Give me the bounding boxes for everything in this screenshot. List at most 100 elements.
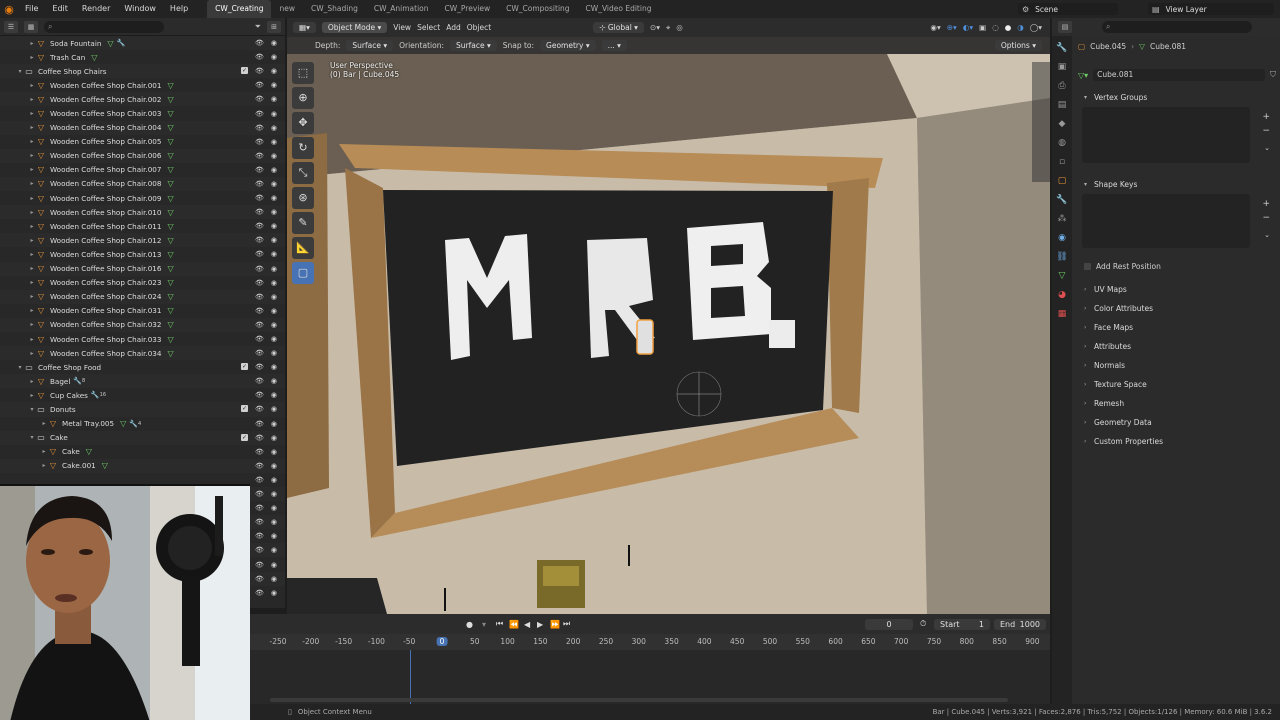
next-keyframe-icon[interactable]: ⏩ [550, 620, 560, 629]
expand-arrow-icon[interactable]: ▸ [28, 166, 36, 173]
render-camera-icon[interactable]: ◉ [271, 236, 277, 244]
visibility-eye-icon[interactable]: 👁 [255, 518, 264, 526]
properties-section-header[interactable]: › Custom Properties [1078, 432, 1278, 451]
object-tab-icon[interactable]: ▢ [1055, 174, 1069, 188]
annotate-tool-icon[interactable]: ✎ [292, 212, 314, 234]
shape-key-specials-icon[interactable]: ⌄ [1264, 231, 1270, 239]
render-camera-icon[interactable]: ◉ [271, 518, 277, 526]
render-camera-icon[interactable]: ◉ [271, 349, 277, 357]
mesh-data-icon[interactable]: ▽ [167, 109, 173, 118]
outliner-object-row[interactable]: ▸ ▽ Wooden Coffee Shop Chair.001 ▽ 👁 ◉ [0, 78, 285, 92]
expand-arrow-icon[interactable]: ▸ [28, 265, 36, 272]
mesh-data-icon[interactable]: ▽ [167, 81, 173, 90]
scene-tab-icon[interactable]: ◆ [1055, 117, 1069, 131]
blender-logo-icon[interactable]: ◉ [0, 0, 18, 18]
visibility-eye-icon[interactable]: 👁 [255, 575, 264, 583]
render-camera-icon[interactable]: ◉ [271, 180, 277, 188]
overlays-toggle-icon[interactable]: ◐▾ [963, 23, 973, 32]
render-camera-icon[interactable]: ◉ [271, 420, 277, 428]
rotate-tool-icon[interactable]: ↻ [292, 137, 314, 159]
modifier-icon[interactable]: 🔧 [129, 420, 138, 428]
mesh-data-icon[interactable]: ▽ [167, 123, 173, 132]
visibility-eye-icon[interactable]: 👁 [255, 152, 264, 160]
visibility-eye-icon[interactable]: 👁 [255, 180, 264, 188]
properties-section-header[interactable]: › Color Attributes [1078, 299, 1278, 318]
jump-start-icon[interactable]: ⏮ [496, 619, 503, 629]
add-vertex-group-icon[interactable]: + [1262, 112, 1270, 122]
outliner-collection-row[interactable]: ▾ ▭ Coffee Shop Chairs ✓ 👁 ◉ [0, 64, 285, 79]
select-menu[interactable]: Select [417, 23, 440, 32]
visibility-eye-icon[interactable]: 👁 [255, 208, 264, 216]
proportional-edit-icon[interactable]: ◎ [676, 23, 683, 32]
visibility-eye-icon[interactable]: 👁 [255, 236, 264, 244]
render-camera-icon[interactable]: ◉ [271, 138, 277, 146]
mesh-data-icon[interactable]: ▽ [167, 222, 173, 231]
exclude-checkbox[interactable]: ✓ [241, 405, 248, 413]
properties-section-header[interactable]: › Normals [1078, 356, 1278, 375]
visibility-eye-icon[interactable]: 👁 [255, 265, 264, 273]
object-data-tab-icon[interactable]: ▽ [1055, 269, 1069, 283]
outliner-object-row[interactable]: ▸ ▽ Wooden Coffee Shop Chair.023 ▽ 👁 ◉ [0, 276, 285, 290]
mesh-data-icon[interactable]: ▽ [167, 236, 173, 245]
expand-arrow-icon[interactable]: ▾ [16, 364, 24, 371]
exclude-checkbox[interactable]: ✓ [241, 67, 248, 75]
visibility-eye-icon[interactable]: 👁 [255, 546, 264, 554]
visibility-eye-icon[interactable]: 👁 [255, 293, 264, 301]
mesh-data-icon[interactable]: ▽ [91, 53, 97, 62]
mesh-data-icon[interactable]: ▽ [167, 95, 173, 104]
properties-section-header[interactable]: › Texture Space [1078, 375, 1278, 394]
properties-section-header[interactable]: › Geometry Data [1078, 413, 1278, 432]
mesh-data-icon[interactable]: ▽ [167, 137, 173, 146]
new-collection-button[interactable]: ⊞ [267, 20, 281, 33]
mesh-data-icon[interactable]: ▽ [167, 335, 173, 344]
expand-arrow-icon[interactable]: ▾ [28, 406, 36, 413]
render-camera-icon[interactable]: ◉ [271, 166, 277, 174]
expand-arrow-icon[interactable]: ▸ [28, 82, 36, 89]
timeline-ruler[interactable]: -250 -200 -150 -100 -50 0 50 100 150 200 250 300 350… [250, 634, 1072, 650]
render-camera-icon[interactable]: ◉ [271, 448, 277, 456]
options-dropdown[interactable]: Options ▾ [994, 40, 1042, 51]
depth-dropdown[interactable]: Surface ▾ [346, 40, 394, 51]
visibility-eye-icon[interactable]: 👁 [255, 166, 264, 174]
visibility-eye-icon[interactable]: 👁 [255, 110, 264, 118]
mesh-data-icon[interactable]: ▽ [167, 292, 173, 301]
render-camera-icon[interactable]: ◉ [271, 363, 277, 371]
clock-icon[interactable]: ⏱ [920, 619, 926, 629]
render-camera-icon[interactable]: ◉ [271, 434, 277, 442]
workspace-tab-cw-animation[interactable]: CW_Animation [366, 0, 437, 18]
mesh-data-icon[interactable]: ▽ [167, 306, 173, 315]
visibility-eye-icon[interactable]: 👁 [255, 250, 264, 258]
mesh-browse-icon[interactable]: ▽▾ [1078, 71, 1088, 80]
expand-arrow-icon[interactable]: ▸ [28, 152, 36, 159]
workspace-tab-cw-compositing[interactable]: CW_Compositing [498, 0, 577, 18]
outliner-object-row[interactable]: ▸ ▽ Cup Cakes 🔧 16 👁 ◉ [0, 388, 285, 402]
add-rest-position-checkbox[interactable] [1084, 263, 1091, 270]
scale-tool-icon[interactable]: ⤡ [292, 162, 314, 184]
orientation-setting-dropdown[interactable]: Surface ▾ [449, 40, 497, 51]
render-camera-icon[interactable]: ◉ [271, 391, 277, 399]
add-cube-tool-icon[interactable]: ▢ [292, 262, 314, 284]
render-camera-icon[interactable]: ◉ [271, 222, 277, 230]
outliner-object-row[interactable]: ▸ ▽ Cake.001 ▽ 👁 ◉ [0, 458, 285, 473]
measure-tool-icon[interactable]: 📐 [292, 237, 314, 259]
mesh-data-icon[interactable]: ▽ [120, 419, 126, 428]
expand-arrow-icon[interactable]: ▸ [28, 180, 36, 187]
visibility-eye-icon[interactable]: 👁 [255, 95, 264, 103]
render-camera-icon[interactable]: ◉ [271, 208, 277, 216]
properties-section-header[interactable]: › UV Maps [1078, 280, 1278, 299]
outliner-collection-row[interactable]: ▾ ▭ Donuts ✓ 👁 ◉ [0, 402, 285, 417]
expand-arrow-icon[interactable]: ▸ [28, 350, 36, 357]
visibility-eye-icon[interactable]: 👁 [255, 561, 264, 569]
render-camera-icon[interactable]: ◉ [271, 53, 277, 61]
expand-arrow-icon[interactable]: ▸ [40, 448, 48, 455]
outliner-object-row[interactable]: ▸ ▽ Wooden Coffee Shop Chair.005 ▽ 👁 ◉ [0, 135, 285, 149]
outliner-object-row[interactable]: ▸ ▽ Wooden Coffee Shop Chair.006 ▽ 👁 ◉ [0, 148, 285, 163]
collection-tab-icon[interactable]: ▫ [1055, 155, 1069, 169]
expand-arrow-icon[interactable]: ▸ [28, 307, 36, 314]
play-reverse-icon[interactable]: ◀ [524, 620, 530, 629]
expand-arrow-icon[interactable]: ▸ [28, 392, 36, 399]
render-camera-icon[interactable]: ◉ [271, 81, 277, 89]
modifier-tab-icon[interactable]: 🔧 [1055, 193, 1069, 207]
outliner-object-row[interactable]: ▸ ▽ Metal Tray.005 ▽ 🔧 4 👁 ◉ [0, 417, 285, 431]
jump-end-icon[interactable]: ⏭ [563, 619, 570, 629]
